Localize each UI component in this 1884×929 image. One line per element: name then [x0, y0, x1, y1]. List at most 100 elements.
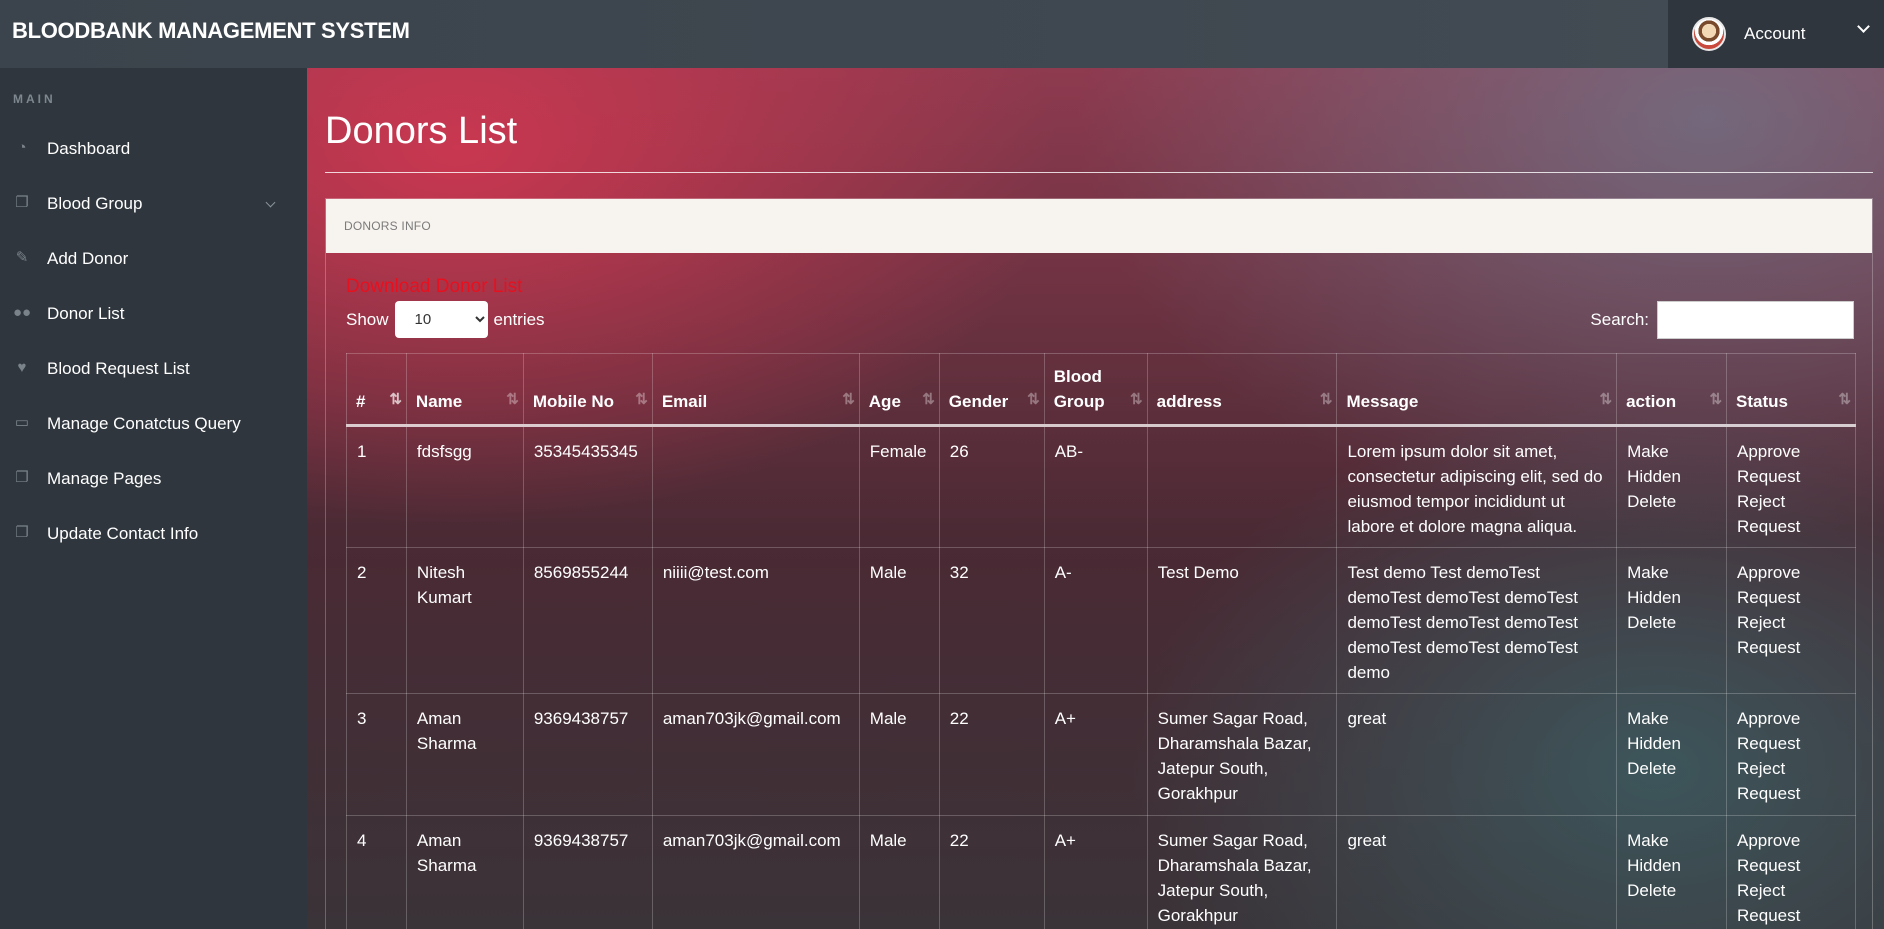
approve-request-link[interactable]: Approve Request: [1737, 560, 1845, 610]
user-avatar[interactable]: [1692, 17, 1726, 51]
sidebar-item-manage-contactus-query[interactable]: ▭ Manage Conatctus Query: [0, 396, 307, 451]
sort-icon[interactable]: ⇅: [506, 387, 518, 412]
delete-link[interactable]: Delete: [1627, 489, 1716, 514]
cell-name: Nitesh Kumart: [405, 547, 524, 694]
cell-email: aman703jk@gmail.com: [651, 815, 860, 929]
entries-label: entries: [493, 309, 545, 329]
column-label: Mobile No: [532, 392, 615, 411]
sidebar-item-blood-group[interactable]: ❐ Blood Group: [0, 176, 307, 231]
sort-icon[interactable]: ⇅: [922, 387, 934, 412]
column-header-gender[interactable]: Gender ⇅: [938, 353, 1045, 427]
table-row: 3 Aman Sharma 9369438757 aman703jk@gmail…: [346, 693, 1856, 816]
cell-message: great: [1336, 693, 1618, 816]
table-row: 1 fdsfsgg 35345435345 Female 26 AB- Lore…: [346, 425, 1856, 548]
users-icon: ●●: [13, 304, 32, 321]
chevron-down-icon[interactable]: [1857, 20, 1870, 33]
sort-icon[interactable]: ⇅: [1709, 387, 1721, 412]
reject-request-link[interactable]: Reject Request: [1737, 756, 1845, 806]
cell-number: 3: [346, 693, 407, 816]
column-header-email[interactable]: Email ⇅: [651, 353, 860, 427]
column-header-blood-group[interactable]: Blood Group ⇅: [1043, 353, 1148, 427]
cell-blood-group: A-: [1043, 547, 1148, 694]
main-content: Donors List DONORS INFO Download Donor L…: [307, 68, 1884, 929]
delete-link[interactable]: Delete: [1627, 756, 1716, 781]
sidebar-item-donor-list[interactable]: ●● Donor List: [0, 286, 307, 341]
cell-number: 1: [346, 425, 407, 548]
cell-gender: 26: [938, 425, 1045, 548]
column-header-name[interactable]: Name ⇅: [405, 353, 524, 427]
column-label: Blood Group: [1053, 367, 1105, 411]
make-hidden-link[interactable]: Make Hidden: [1627, 439, 1716, 489]
sort-icon[interactable]: ⇅: [1027, 387, 1039, 412]
cell-mobile: 8569855244: [522, 547, 653, 694]
heartbeat-icon: ♥: [17, 359, 27, 376]
cell-mobile: 35345435345: [522, 425, 653, 548]
column-header-mobile[interactable]: Mobile No ⇅: [522, 353, 653, 427]
table-header-row: # ⇅ Name ⇅ Mobile No ⇅ Email ⇅ Age ⇅ Gender ⇅ …: [346, 353, 1856, 427]
cell-number: 4: [346, 815, 407, 929]
cell-action: Make Hidden Delete: [1616, 815, 1728, 929]
sort-icon[interactable]: ⇅: [1320, 387, 1332, 412]
sidebar-item-label: Update Contact Info: [47, 523, 199, 543]
sidebar-item-manage-pages[interactable]: ❐ Manage Pages: [0, 451, 307, 506]
sidebar-item-add-donor[interactable]: ✎ Add Donor: [0, 231, 307, 286]
column-label: Message: [1346, 392, 1419, 411]
cell-action: Make Hidden Delete: [1616, 693, 1728, 816]
cell-blood-group: A+: [1043, 693, 1148, 816]
approve-request-link[interactable]: Approve Request: [1737, 439, 1845, 489]
download-donor-list-link[interactable]: Download Donor List: [346, 276, 522, 298]
sort-icon[interactable]: ⇅: [1838, 387, 1850, 412]
sort-icon[interactable]: ⇅: [1130, 387, 1142, 412]
chevron-down-icon[interactable]: [265, 197, 276, 208]
column-header-age[interactable]: Age ⇅: [858, 353, 940, 427]
make-hidden-link[interactable]: Make Hidden: [1627, 828, 1716, 878]
column-header-message[interactable]: Message ⇅: [1336, 353, 1618, 427]
approve-request-link[interactable]: Approve Request: [1737, 706, 1845, 756]
delete-link[interactable]: Delete: [1627, 610, 1716, 635]
make-hidden-link[interactable]: Make Hidden: [1627, 560, 1716, 610]
reject-request-link[interactable]: Reject Request: [1737, 610, 1845, 660]
search-input[interactable]: [1657, 301, 1854, 339]
column-label: Status: [1736, 392, 1788, 411]
cell-address: Test Demo: [1146, 547, 1338, 694]
account-menu[interactable]: Account: [1668, 0, 1884, 68]
table-row: 2 Nitesh Kumart 8569855244 niiii@test.co…: [346, 547, 1856, 694]
sort-icon[interactable]: ⇅: [635, 387, 647, 412]
sidebar-item-blood-request-list[interactable]: ♥ Blood Request List: [0, 341, 307, 396]
sidebar-item-label: Add Donor: [47, 248, 129, 268]
column-label: Age: [868, 392, 901, 411]
cell-age: Male: [858, 547, 940, 694]
cell-name: Aman Sharma: [405, 693, 524, 816]
reject-request-link[interactable]: Reject Request: [1737, 878, 1845, 928]
cell-status: Approve Request Reject Request: [1726, 815, 1856, 929]
approve-request-link[interactable]: Approve Request: [1737, 828, 1845, 878]
sidebar-item-update-contact-info[interactable]: ❐ Update Contact Info: [0, 506, 307, 561]
table-row: 4 Aman Sharma 9369438757 aman703jk@gmail…: [346, 815, 1856, 929]
delete-link[interactable]: Delete: [1627, 878, 1716, 903]
page-title: Donors List: [325, 110, 518, 152]
sort-icon[interactable]: ⇅: [1600, 387, 1612, 412]
cell-blood-group: AB-: [1043, 425, 1148, 548]
sidebar-item-dashboard[interactable]: ◔ Dashboard: [0, 121, 307, 176]
account-label[interactable]: Account: [1744, 24, 1805, 44]
brand-title[interactable]: BLOODBANK MANAGEMENT SYSTEM: [12, 18, 410, 44]
column-header-action[interactable]: action ⇅: [1616, 353, 1728, 427]
cell-address: Sumer Sagar Road, Dharamshala Bazar, Jat…: [1146, 693, 1338, 816]
cell-address: Sumer Sagar Road, Dharamshala Bazar, Jat…: [1146, 815, 1338, 929]
cell-gender: 32: [938, 547, 1045, 694]
sort-asc-icon[interactable]: ⇅: [389, 387, 401, 412]
top-navbar: BLOODBANK MANAGEMENT SYSTEM Account: [0, 0, 1884, 68]
make-hidden-link[interactable]: Make Hidden: [1627, 706, 1716, 756]
column-header-number[interactable]: # ⇅: [346, 353, 407, 427]
column-label: Gender: [948, 392, 1009, 411]
sort-icon[interactable]: ⇅: [842, 387, 854, 412]
reject-request-link[interactable]: Reject Request: [1737, 489, 1845, 539]
cell-email: aman703jk@gmail.com: [651, 693, 860, 816]
column-header-address[interactable]: address ⇅: [1146, 353, 1338, 427]
cell-message: Lorem ipsum dolor sit amet, consectetur …: [1336, 425, 1618, 548]
entries-select[interactable]: 10: [394, 301, 488, 338]
cell-age: Female: [858, 425, 940, 548]
column-header-status[interactable]: Status ⇅: [1726, 353, 1856, 427]
column-label: action: [1626, 392, 1677, 411]
sidebar-section-title: MAIN: [13, 92, 56, 106]
